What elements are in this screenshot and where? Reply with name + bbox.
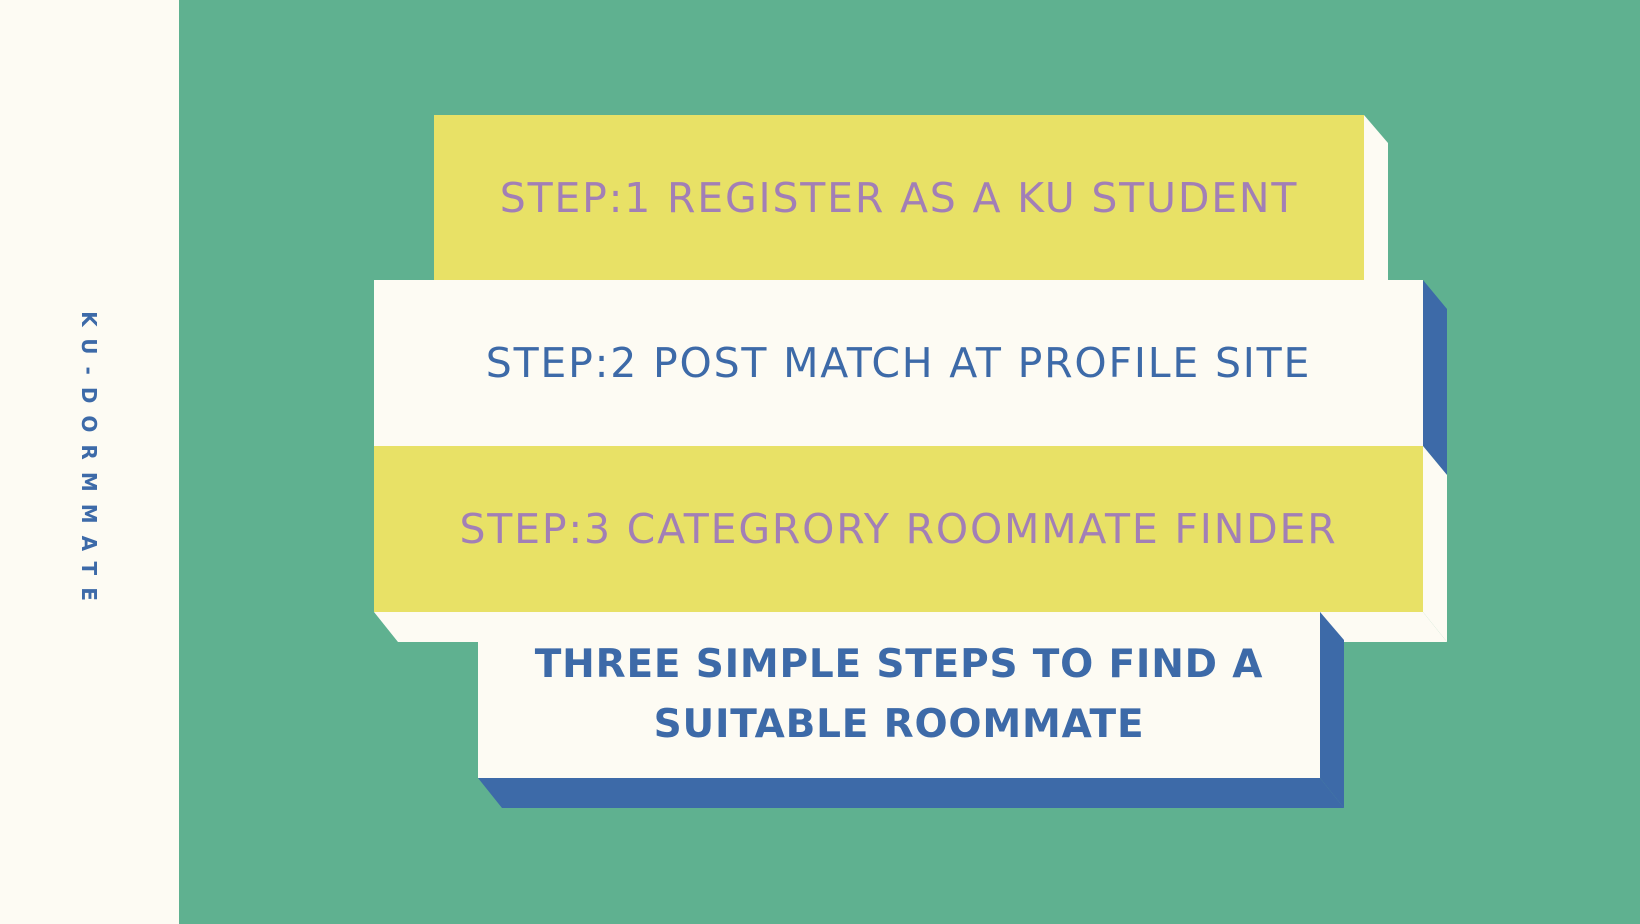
step2-card: STEP:2 POST MATCH AT PROFILE SITE [374,280,1423,446]
tagline-line-1: THREE SIMPLE STEPS TO FIND A [534,642,1264,687]
step1-side-face [1364,115,1388,282]
step3-bottom-face-left [374,612,478,642]
step2-side-face [1423,280,1447,475]
step3-label: STEP:3 CATEGRORY ROOMMATE FINDER [459,505,1338,553]
step1-label: STEP:1 REGISTER AS A KU STUDENT [499,173,1299,222]
tagline-side-face [1320,612,1344,808]
step3-card: STEP:3 CATEGRORY ROOMMATE FINDER [374,446,1423,612]
step1-card: STEP:1 REGISTER AS A KU STUDENT [434,115,1364,280]
tagline-bottom-face [478,778,1344,808]
tagline-card: THREE SIMPLE STEPS TO FIND A SUITABLE RO… [478,612,1320,778]
step2-label: STEP:2 POST MATCH AT PROFILE SITE [485,339,1312,387]
step3-side-face [1423,446,1447,642]
tagline-line-2: SUITABLE ROOMMATE [653,702,1145,747]
